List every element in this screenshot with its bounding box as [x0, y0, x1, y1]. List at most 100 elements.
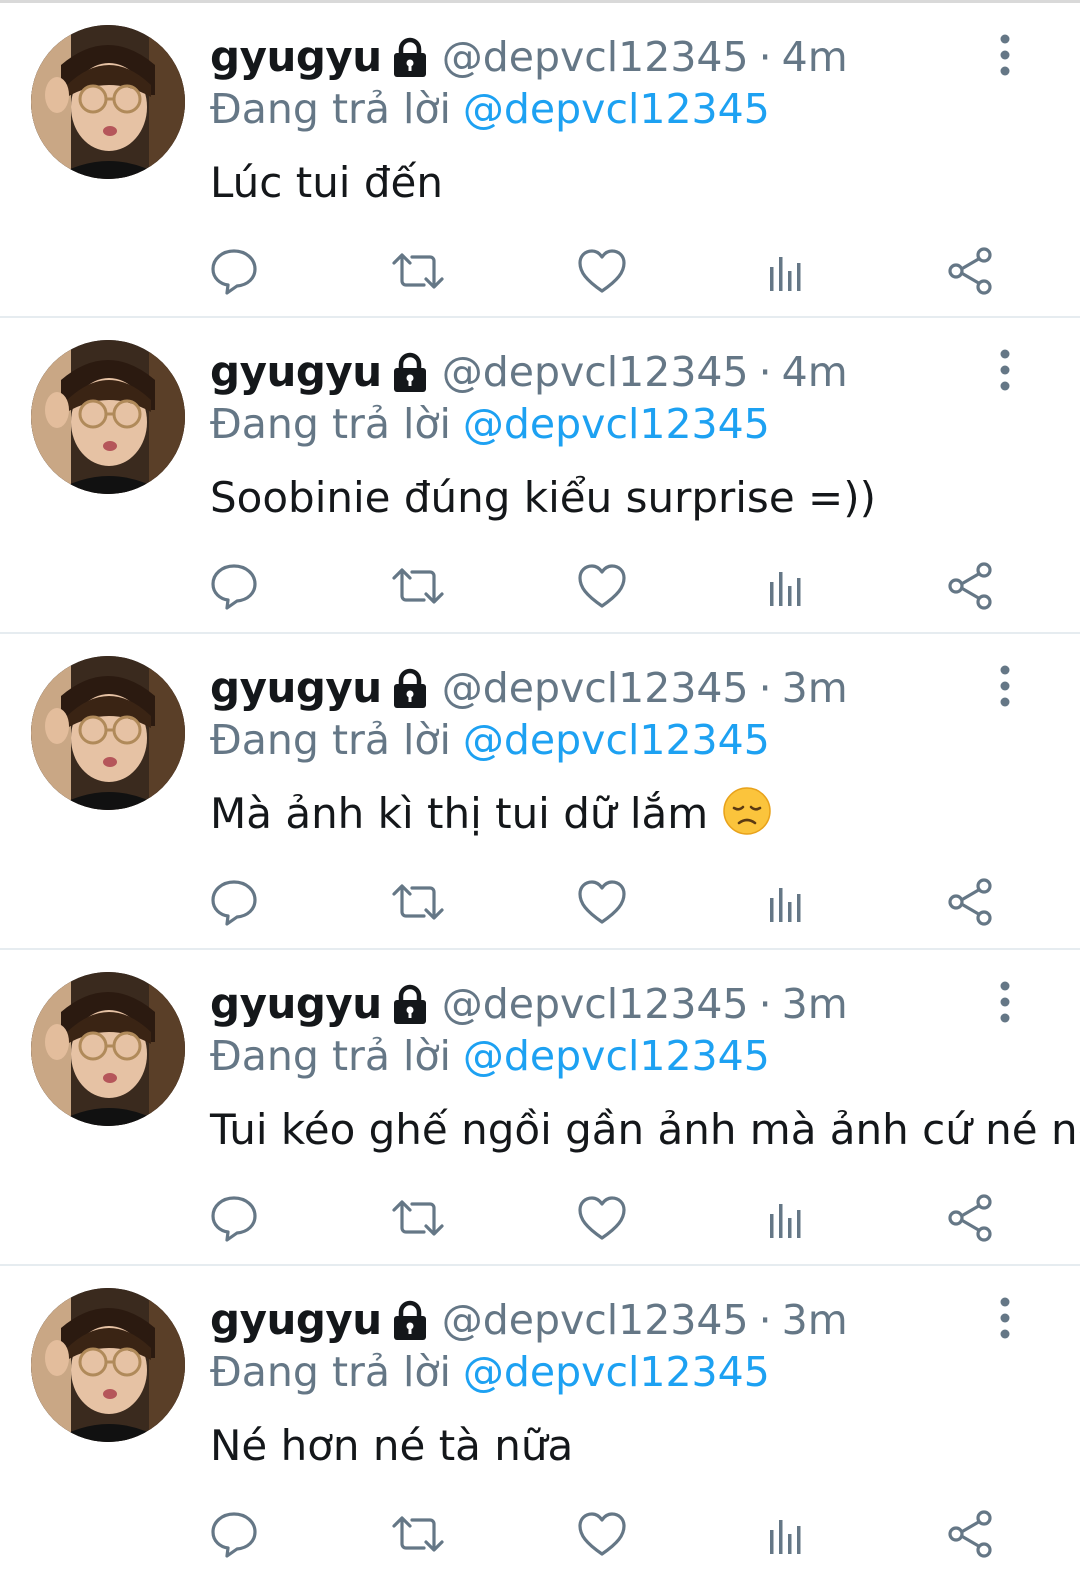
retweet-icon — [392, 568, 444, 604]
reply-button[interactable] — [206, 1190, 262, 1246]
tweet-text-content: Tui kéo ghế ngồi gần ảnh mà ảnh cứ né né — [210, 1105, 1080, 1154]
tweet[interactable]: gyugyu @depvcl12345 · 3m Đang trả lời @de… — [0, 948, 1080, 1264]
retweet-button[interactable] — [390, 558, 446, 614]
tweet-text-content: Lúc tui đến — [210, 158, 443, 207]
share-button[interactable] — [942, 243, 998, 299]
avatar[interactable] — [31, 1288, 185, 1442]
share-button[interactable] — [942, 1190, 998, 1246]
reply-mention-link[interactable]: @depvcl12345 — [463, 716, 770, 764]
reply-button[interactable] — [206, 874, 262, 930]
display-name[interactable]: gyugyu — [210, 29, 382, 85]
reply-mention-link[interactable]: @depvcl12345 — [463, 400, 770, 448]
more-options-button[interactable] — [985, 31, 1025, 79]
avatar[interactable] — [31, 340, 185, 494]
user-handle[interactable]: @depvcl12345 — [442, 660, 749, 716]
retweet-icon — [392, 253, 444, 289]
analytics-icon — [770, 257, 801, 291]
avatar-photo — [31, 25, 185, 179]
more-options-button[interactable] — [985, 978, 1025, 1026]
avatar-photo — [31, 340, 185, 494]
more-options-button[interactable] — [985, 346, 1025, 394]
like-button[interactable] — [574, 874, 630, 930]
reply-button[interactable] — [206, 558, 262, 614]
reply-button[interactable] — [206, 243, 262, 299]
share-icon — [948, 878, 992, 926]
analytics-icon — [770, 1204, 801, 1238]
share-button[interactable] — [942, 874, 998, 930]
more-options-button[interactable] — [985, 1294, 1025, 1342]
user-handle[interactable]: @depvcl12345 — [442, 29, 749, 85]
analytics-button[interactable] — [758, 243, 814, 299]
avatar[interactable] — [31, 656, 185, 810]
analytics-icon — [770, 888, 801, 922]
reply-icon — [211, 880, 257, 926]
separator-dot: · — [758, 33, 772, 81]
tweet-text: Soobinie đúng kiểu surprise =)) — [210, 468, 876, 528]
analytics-button[interactable] — [758, 1190, 814, 1246]
analytics-button[interactable] — [758, 558, 814, 614]
user-handle[interactable]: @depvcl12345 — [442, 976, 749, 1032]
share-button[interactable] — [942, 1506, 998, 1562]
reply-mention-link[interactable]: @depvcl12345 — [463, 1032, 770, 1080]
retweet-button[interactable] — [390, 1190, 446, 1246]
tweet[interactable]: gyugyu @depvcl12345 · 3m Đang trả lời @de… — [0, 632, 1080, 948]
display-name[interactable]: gyugyu — [210, 1292, 382, 1348]
tweet-feed: gyugyu @depvcl12345 · 4m Đang trả lời @de… — [0, 0, 1080, 1580]
share-icon — [948, 1194, 992, 1242]
retweet-icon — [392, 1516, 444, 1552]
retweet-button[interactable] — [390, 1506, 446, 1562]
lock-icon — [388, 35, 432, 79]
tweet-header: gyugyu @depvcl12345 · 3m — [210, 1292, 848, 1348]
more-vertical-icon — [1000, 34, 1010, 76]
display-name[interactable]: gyugyu — [210, 976, 382, 1032]
tweet[interactable]: gyugyu @depvcl12345 · 4m Đang trả lời @de… — [0, 316, 1080, 632]
tweet-text-content: Né hơn né tà nữa — [210, 1421, 574, 1470]
tweet-text: Mà ảnh kì thị tui dữ lắm — [210, 784, 772, 844]
tweet-actions — [0, 1190, 1080, 1250]
timestamp[interactable]: 3m — [782, 1292, 848, 1348]
retweet-button[interactable] — [390, 874, 446, 930]
like-button[interactable] — [574, 558, 630, 614]
more-vertical-icon — [1000, 349, 1010, 391]
heart-icon — [578, 1512, 626, 1556]
retweet-button[interactable] — [390, 243, 446, 299]
timestamp[interactable]: 3m — [782, 976, 848, 1032]
lock-icon — [388, 982, 432, 1026]
tweet-actions — [0, 874, 1080, 934]
reply-icon — [211, 249, 257, 295]
share-button[interactable] — [942, 558, 998, 614]
timestamp[interactable]: 3m — [782, 660, 848, 716]
retweet-icon — [392, 1200, 444, 1236]
tweet-text: Lúc tui đến — [210, 153, 443, 213]
user-handle[interactable]: @depvcl12345 — [442, 1292, 749, 1348]
tweet[interactable]: gyugyu @depvcl12345 · 3m Đang trả lời @de… — [0, 1264, 1080, 1580]
display-name[interactable]: gyugyu — [210, 344, 382, 400]
heart-icon — [578, 564, 626, 608]
like-button[interactable] — [574, 1190, 630, 1246]
user-handle[interactable]: @depvcl12345 — [442, 344, 749, 400]
tweet-text-content: Soobinie đúng kiểu surprise =)) — [210, 473, 876, 522]
reply-mention-link[interactable]: @depvcl12345 — [463, 1348, 770, 1396]
avatar-photo — [31, 972, 185, 1126]
heart-icon — [578, 249, 626, 293]
tweet[interactable]: gyugyu @depvcl12345 · 4m Đang trả lời @de… — [0, 0, 1080, 316]
tweet-header: gyugyu @depvcl12345 · 4m — [210, 344, 848, 400]
analytics-button[interactable] — [758, 1506, 814, 1562]
like-button[interactable] — [574, 1506, 630, 1562]
separator-dot: · — [758, 664, 772, 712]
like-button[interactable] — [574, 243, 630, 299]
more-options-button[interactable] — [985, 662, 1025, 710]
tweet-text: Tui kéo ghế ngồi gần ảnh mà ảnh cứ né né — [210, 1100, 1080, 1160]
reply-mention-link[interactable]: @depvcl12345 — [463, 85, 770, 133]
avatar[interactable] — [31, 25, 185, 179]
heart-icon — [578, 1196, 626, 1240]
display-name[interactable]: gyugyu — [210, 660, 382, 716]
share-icon — [948, 247, 992, 295]
timestamp[interactable]: 4m — [782, 29, 848, 85]
avatar[interactable] — [31, 972, 185, 1126]
reply-button[interactable] — [206, 1506, 262, 1562]
separator-dot: · — [758, 1296, 772, 1344]
analytics-button[interactable] — [758, 874, 814, 930]
timestamp[interactable]: 4m — [782, 344, 848, 400]
reply-icon — [211, 564, 257, 610]
